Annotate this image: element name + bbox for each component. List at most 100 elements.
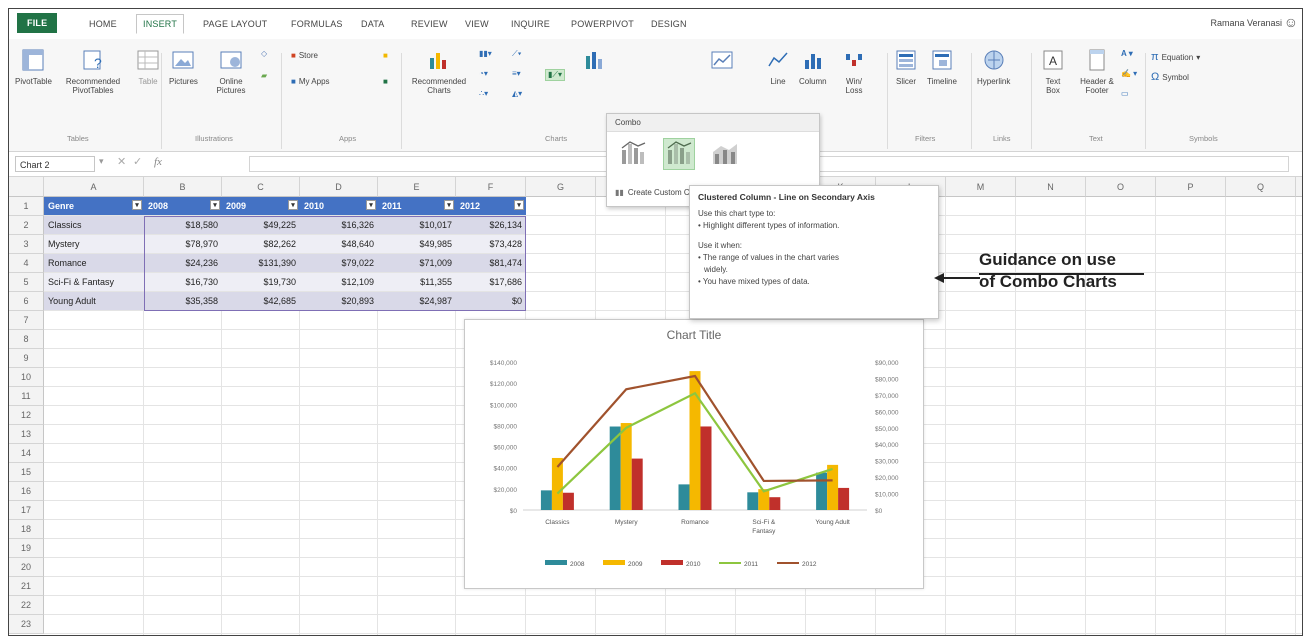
- tab-formulas[interactable]: FORMULAS: [285, 15, 349, 33]
- row-header[interactable]: 12: [9, 406, 44, 425]
- name-box-dropdown-icon[interactable]: ▾: [99, 156, 104, 167]
- hyperlink-button[interactable]: Hyperlink: [977, 47, 1010, 86]
- sparkline-line-button[interactable]: Line: [765, 47, 791, 86]
- row-header[interactable]: 11: [9, 387, 44, 406]
- column-header[interactable]: O: [1086, 177, 1156, 197]
- column-header[interactable]: G: [526, 177, 596, 197]
- tab-inquire[interactable]: INQUIRE: [505, 15, 556, 33]
- tab-review[interactable]: REVIEW: [405, 15, 454, 33]
- row-header[interactable]: 16: [9, 482, 44, 501]
- shapes-button[interactable]: ◇: [261, 49, 267, 58]
- equation-button[interactable]: π Equation ▾: [1151, 51, 1200, 63]
- online-pictures-button[interactable]: Online Pictures: [206, 47, 256, 95]
- column-header[interactable]: B: [144, 177, 222, 197]
- cancel-icon[interactable]: ✕: [117, 155, 126, 168]
- scatter-chart-button[interactable]: ∴▾: [479, 89, 488, 98]
- clustered-column-line-option[interactable]: [617, 138, 649, 170]
- pictures-button[interactable]: Pictures: [169, 47, 198, 86]
- column-header[interactable]: P: [1156, 177, 1226, 197]
- row-header[interactable]: 7: [9, 311, 44, 330]
- column-header[interactable]: N: [1016, 177, 1086, 197]
- row-header[interactable]: 1: [9, 197, 44, 216]
- filter-dropdown-icon[interactable]: ▾: [132, 200, 142, 210]
- row-header[interactable]: 17: [9, 501, 44, 520]
- row-header[interactable]: 10: [9, 368, 44, 387]
- row-header[interactable]: 4: [9, 254, 44, 273]
- row-header[interactable]: 20: [9, 558, 44, 577]
- column-header[interactable]: D: [300, 177, 378, 197]
- pie-chart-button[interactable]: ◔▾: [479, 69, 488, 78]
- tab-powerpivot[interactable]: POWERPIVOT: [565, 15, 640, 33]
- tab-design[interactable]: DESIGN: [645, 15, 693, 33]
- filter-dropdown-icon[interactable]: ▾: [514, 200, 524, 210]
- fx-icon[interactable]: fx: [154, 156, 162, 168]
- column-header[interactable]: F: [456, 177, 526, 197]
- symbol-button[interactable]: Ω Symbol: [1151, 71, 1189, 83]
- row-header[interactable]: 6: [9, 292, 44, 311]
- signature-line-button[interactable]: ✍ ▾: [1121, 69, 1137, 78]
- select-all-corner[interactable]: [9, 177, 44, 197]
- table-button[interactable]: Table: [135, 47, 161, 86]
- smartart-button[interactable]: ▰: [261, 71, 267, 80]
- table-header-cell[interactable]: 2010 ▾: [300, 197, 378, 215]
- column-chart-button[interactable]: ▮▮▾: [479, 49, 492, 58]
- store-button[interactable]: ■ Store: [291, 51, 318, 60]
- filter-dropdown-icon[interactable]: ▾: [366, 200, 376, 210]
- row-header[interactable]: 23: [9, 615, 44, 634]
- sparkline-column-button[interactable]: Column: [799, 47, 827, 86]
- row-header[interactable]: 18: [9, 520, 44, 539]
- clustered-column-line-secondary-option[interactable]: [663, 138, 695, 170]
- table-header-cell[interactable]: 2012 ▾: [456, 197, 526, 215]
- filter-dropdown-icon[interactable]: ▾: [288, 200, 298, 210]
- feedback-icon[interactable]: ☺: [1284, 14, 1298, 30]
- enter-icon[interactable]: ✓: [133, 155, 142, 168]
- filter-dropdown-icon[interactable]: ▾: [444, 200, 454, 210]
- column-header[interactable]: M: [946, 177, 1016, 197]
- row-header[interactable]: 22: [9, 596, 44, 615]
- combo-chart-button[interactable]: ▮⟋▾: [545, 69, 566, 81]
- people-graph-button[interactable]: ■: [383, 77, 388, 86]
- column-header[interactable]: E: [378, 177, 456, 197]
- table-header-cell[interactable]: 2011 ▾: [378, 197, 456, 215]
- row-header[interactable]: 5: [9, 273, 44, 292]
- table-cell[interactable]: Mystery: [44, 235, 144, 253]
- my-apps-button[interactable]: ■ My Apps: [291, 77, 330, 86]
- recommended-pivottables-button[interactable]: ? Recommended PivotTables: [63, 47, 123, 95]
- tab-data[interactable]: DATA: [355, 15, 390, 33]
- name-box[interactable]: Chart 2: [15, 156, 95, 172]
- slicer-button[interactable]: Slicer: [893, 47, 919, 86]
- line-chart-button[interactable]: ⟋▾: [512, 49, 522, 59]
- timeline-button[interactable]: Timeline: [927, 47, 957, 86]
- text-box-button[interactable]: A Text Box: [1039, 47, 1067, 95]
- table-cell[interactable]: Romance: [44, 254, 144, 272]
- stacked-area-clustered-column-option[interactable]: [709, 138, 741, 170]
- column-header[interactable]: A: [44, 177, 144, 197]
- row-header[interactable]: 13: [9, 425, 44, 444]
- row-header[interactable]: 19: [9, 539, 44, 558]
- header-footer-button[interactable]: Header & Footer: [1075, 47, 1119, 95]
- tab-home[interactable]: HOME: [83, 15, 123, 33]
- column-header[interactable]: R: [1296, 177, 1302, 197]
- pivottable-button[interactable]: PivotTable: [15, 47, 52, 86]
- power-view-button[interactable]: [709, 47, 735, 73]
- row-header[interactable]: 15: [9, 463, 44, 482]
- table-cell[interactable]: Sci-Fi & Fantasy: [44, 273, 144, 291]
- pivotchart-button[interactable]: [581, 47, 607, 73]
- recommended-charts-button[interactable]: Recommended Charts: [409, 47, 469, 95]
- table-header-cell[interactable]: 2009 ▾: [222, 197, 300, 215]
- bing-maps-button[interactable]: ■: [383, 51, 388, 60]
- user-name[interactable]: Ramana Veranasi: [1210, 18, 1282, 28]
- combo-chart[interactable]: Chart Title $0 $20,000 $40,000 $60,000 $80,00…: [464, 319, 924, 589]
- wordart-button[interactable]: A ▾: [1121, 49, 1133, 58]
- row-header[interactable]: 8: [9, 330, 44, 349]
- tab-view[interactable]: VIEW: [459, 15, 495, 33]
- tab-file[interactable]: FILE: [17, 13, 58, 33]
- column-header[interactable]: C: [222, 177, 300, 197]
- table-cell[interactable]: Young Adult: [44, 292, 144, 310]
- table-cell[interactable]: Classics: [44, 216, 144, 234]
- area-chart-button[interactable]: ◭▾: [512, 89, 522, 98]
- filter-dropdown-icon[interactable]: ▾: [210, 200, 220, 210]
- tab-insert[interactable]: INSERT: [136, 14, 185, 34]
- row-header[interactable]: 14: [9, 444, 44, 463]
- row-header[interactable]: 21: [9, 577, 44, 596]
